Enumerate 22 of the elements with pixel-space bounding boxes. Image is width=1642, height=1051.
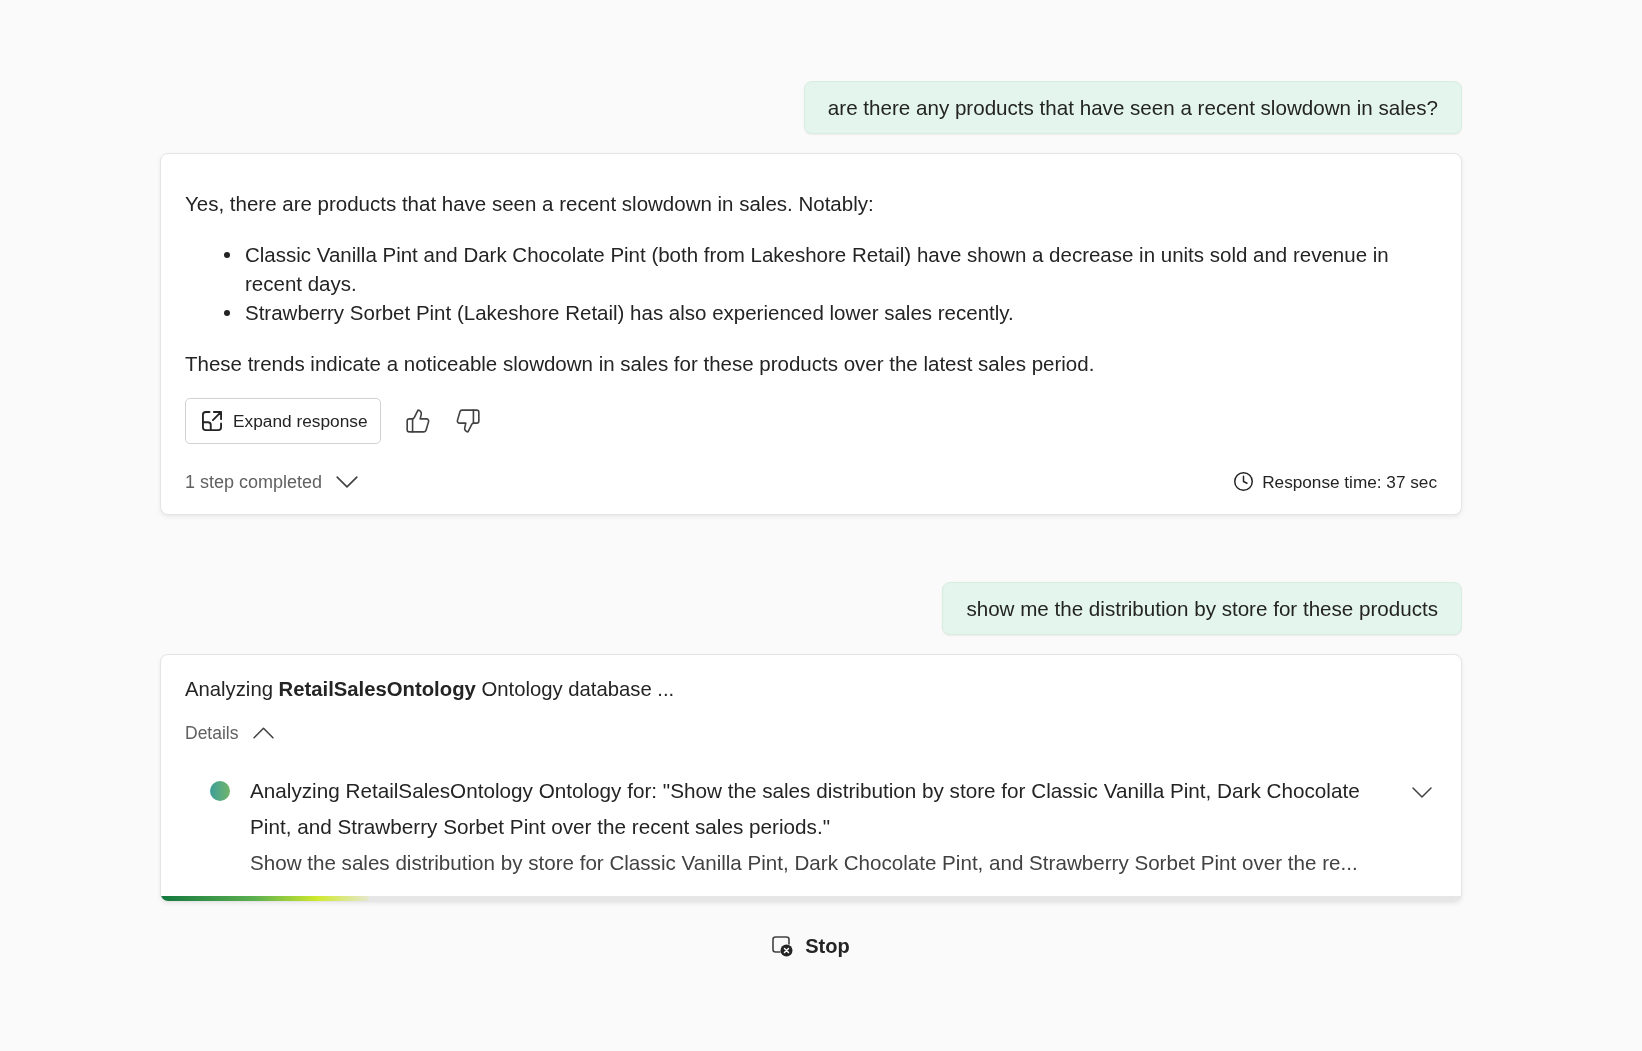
user-message-bubble: show me the distribution by store for these products — [942, 582, 1462, 635]
user-message-bubble: are there any products that have seen a recent slowdown in sales? — [803, 81, 1462, 134]
status-dot-icon — [210, 781, 230, 801]
expand-icon — [202, 411, 222, 431]
stop-button[interactable]: Stop — [764, 926, 858, 966]
status-text: Analyzing RetailSalesOntology Ontology database ... — [185, 677, 676, 702]
details-toggle[interactable]: Details — [185, 719, 274, 747]
response-text: Yes, there are products that have seen a recent slowdown in sales. Notably: — [185, 191, 875, 217]
thumbs-down-icon[interactable] — [454, 408, 481, 434]
bullet-text: Classic Vanilla Pint and Dark Chocolate Pint (both from Lakeshore Retail) have shown a decrease in units sold and revenue in recent days. — [245, 242, 1390, 297]
response-time: Response time: 37 sec — [1262, 470, 1437, 494]
bullet-icon — [224, 252, 230, 258]
response-text: These trends indicate a noticeable slowdown in sales for these products over the latest sales period. — [185, 351, 1096, 377]
thumbs-up-icon[interactable] — [404, 408, 431, 434]
step-title: Analyzing RetailSalesOntology Ontology for: "Show the sales distribution by store for Classic Vanilla Pint, Dark Chocolate Pint, and Strawberry Sorbet Pint over the recent sales periods." — [250, 778, 1361, 840]
expand-response-button[interactable]: Expand response — [185, 398, 381, 444]
bullet-icon — [224, 310, 230, 316]
step-subtitle: Show the sales distribution by store for Classic Vanilla Pint, Dark Chocolate Pint, and Strawberry Sorbet Pint over the re... — [250, 850, 1359, 876]
clock-icon — [1233, 471, 1255, 492]
stop-icon — [772, 935, 794, 957]
steps-toggle[interactable]: 1 step completed — [185, 467, 359, 496]
bullet-text: Strawberry Sorbet Pint (Lakeshore Retail) has also experienced lower sales recently. — [245, 300, 1014, 326]
